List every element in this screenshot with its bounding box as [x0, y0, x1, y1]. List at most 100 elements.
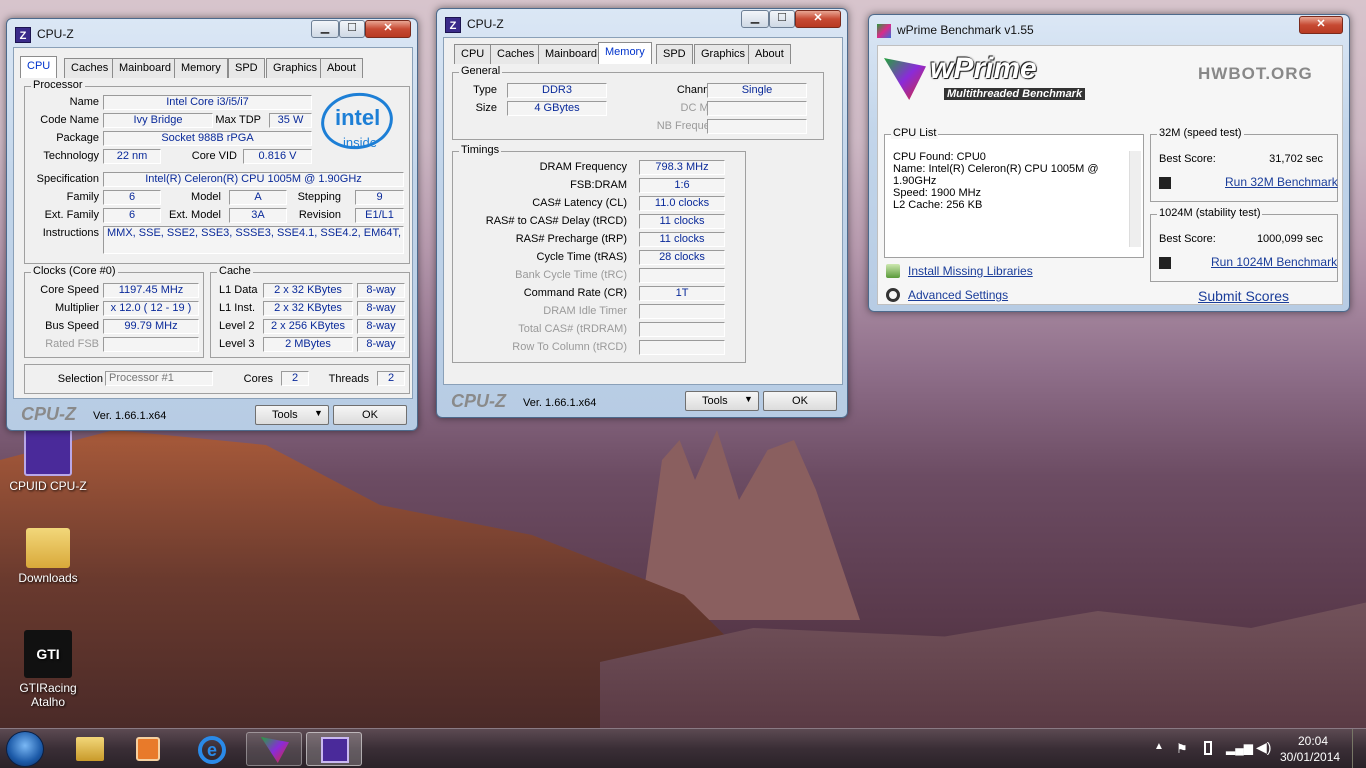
cores-value: 2: [281, 371, 309, 386]
channel-value: Single: [707, 83, 807, 98]
timing-label: RAS# Precharge (tRP): [515, 233, 627, 245]
close-button[interactable]: ✕: [795, 10, 841, 28]
tab-memory[interactable]: Memory: [598, 42, 652, 64]
timing-label: Bank Cycle Time (tRC): [515, 269, 627, 281]
wprime-content: wPrime Multithreaded Benchmark HWBOT.ORG…: [877, 45, 1343, 305]
stepping-value: 9: [355, 190, 404, 205]
wprime-window: wPrime Benchmark v1.55 ✕ wPrime Multithr…: [868, 14, 1350, 312]
core-speed-label: Core Speed: [40, 284, 99, 296]
group-title: Processor: [31, 79, 85, 91]
desktop-icon-cpuz[interactable]: CPUID CPU-Z: [8, 428, 88, 493]
cpuz-taskbar-icon[interactable]: [306, 732, 362, 766]
best-score-value: 1000,099 sec: [1256, 233, 1323, 245]
maximize-button[interactable]: ☐: [339, 20, 365, 38]
desktop-icon-gtiracing[interactable]: GTI GTIRacing Atalho: [8, 630, 88, 709]
window-titlebar[interactable]: Z CPU-Z ▁ ☐ ✕: [437, 9, 847, 37]
run-32m-benchmark-link[interactable]: Run 32M Benchmark: [1225, 175, 1338, 189]
tab-mainboard[interactable]: Mainboard: [112, 58, 178, 78]
chevron-down-icon[interactable]: ▼: [744, 394, 753, 404]
cache-l1inst-way: 8-way: [357, 301, 405, 316]
window-titlebar[interactable]: Z CPU-Z ▁ ☐ ✕: [7, 19, 417, 47]
package-label: Package: [56, 132, 99, 144]
tab-spd[interactable]: SPD: [656, 44, 693, 64]
folder-icon: [76, 737, 104, 761]
tab-memory[interactable]: Memory: [174, 58, 228, 78]
general-group: General Type DDR3 Size 4 GBytes Channel …: [452, 65, 824, 140]
wprime-taskbar-icon[interactable]: [246, 732, 302, 766]
tab-cpu[interactable]: CPU: [20, 56, 58, 78]
tab-caches[interactable]: Caches: [490, 44, 542, 64]
timing-label: FSB:DRAM: [570, 179, 627, 191]
timings-group: Timings DRAM Frequency 798.3 MHz FSB:DRA…: [452, 144, 746, 363]
battery-icon[interactable]: [1204, 741, 1212, 755]
tab-mainboard[interactable]: Mainboard: [538, 44, 604, 64]
ok-button[interactable]: OK: [763, 391, 837, 411]
install-missing-libraries-link[interactable]: Install Missing Libraries: [908, 264, 1033, 278]
start-button[interactable]: [6, 731, 44, 767]
stability-test-group: 1024M (stability test) Best Score: 1000,…: [1150, 207, 1338, 282]
name-value: Intel Core i3/i5/i7: [103, 95, 312, 110]
close-button[interactable]: ✕: [365, 20, 411, 38]
cpuz-icon: [321, 737, 349, 763]
tab-cpu[interactable]: CPU: [454, 44, 492, 64]
tab-caches[interactable]: Caches: [64, 58, 116, 78]
cpu-list-text: CPU Found: CPU0 Name: Intel(R) Celeron(R…: [893, 151, 1123, 211]
nb-frequency-value: [707, 119, 807, 134]
gti-icon: GTI: [24, 630, 72, 678]
clock-time[interactable]: 20:04: [1298, 734, 1328, 748]
processor-select[interactable]: Processor #1: [105, 371, 213, 386]
timing-value: [639, 340, 725, 355]
best-score-label: Best Score:: [1159, 233, 1216, 245]
minimize-button[interactable]: ▁: [741, 10, 769, 28]
tab-about[interactable]: About: [748, 44, 791, 64]
submit-scores-link[interactable]: Submit Scores: [1198, 288, 1289, 304]
group-title: 32M (speed test): [1157, 127, 1244, 139]
cores-label: Cores: [243, 373, 273, 385]
chevron-down-icon[interactable]: ▼: [314, 408, 323, 418]
ie-taskbar-icon[interactable]: e: [184, 732, 240, 766]
flag-icon[interactable]: ⚑: [1176, 741, 1188, 757]
advanced-settings-link[interactable]: Advanced Settings: [908, 288, 1008, 302]
tab-graphics[interactable]: Graphics: [266, 58, 325, 78]
intel-inside-text: inside: [343, 135, 377, 150]
timing-label: Cycle Time (tRAS): [536, 251, 627, 263]
media-player-taskbar-icon[interactable]: [120, 732, 176, 766]
technology-label: Technology: [43, 150, 99, 162]
close-button[interactable]: ✕: [1299, 16, 1343, 34]
ok-button[interactable]: OK: [333, 405, 407, 425]
tab-graphics[interactable]: Graphics: [694, 44, 753, 64]
cache-l1data-size: 2 x 32 KBytes: [263, 283, 353, 298]
instructions-label: Instructions: [42, 227, 99, 239]
tab-about[interactable]: About: [320, 58, 363, 78]
timing-value: 798.3 MHz: [639, 160, 725, 175]
package-value: Socket 988B rPGA: [103, 131, 312, 146]
instructions-value: MMX, SSE, SSE2, SSE3, SSSE3, SSE4.1, SSE…: [103, 226, 404, 254]
explorer-taskbar-icon[interactable]: [62, 732, 118, 766]
window-titlebar[interactable]: wPrime Benchmark v1.55 ✕: [869, 15, 1349, 43]
group-title: Clocks (Core #0): [31, 265, 118, 277]
best-score-label: Best Score:: [1159, 153, 1216, 165]
save-icon: [1159, 257, 1171, 269]
cpu-list-line: Speed: 1900 MHz: [893, 187, 982, 199]
cpu-list-scrollbar[interactable]: [1129, 151, 1141, 247]
show-desktop-button[interactable]: [1352, 729, 1366, 768]
timing-value: 11 clocks: [639, 214, 725, 229]
desktop-icon-label-line2: Atalho: [30, 695, 66, 709]
size-label: Size: [475, 102, 497, 114]
maximize-button[interactable]: ☐: [769, 10, 795, 28]
ext-family-value: 6: [103, 208, 161, 223]
minimize-button[interactable]: ▁: [311, 20, 339, 38]
show-hidden-icons-icon[interactable]: ▲: [1154, 741, 1164, 752]
volume-icon[interactable]: ◀): [1256, 739, 1271, 756]
tab-spd[interactable]: SPD: [228, 58, 265, 78]
internet-explorer-icon: e: [198, 736, 226, 764]
signal-icon[interactable]: ▂▄▆: [1226, 741, 1253, 755]
clock-date[interactable]: 30/01/2014: [1280, 750, 1340, 764]
wrench-icon: [886, 288, 900, 302]
run-1024m-benchmark-link[interactable]: Run 1024M Benchmark: [1211, 255, 1337, 269]
cpuz-brand-logo: CPU-Z: [21, 404, 76, 424]
cpuz-content: CPU Caches Mainboard Memory SPD Graphics…: [443, 37, 843, 385]
desktop-icon-downloads[interactable]: Downloads: [8, 528, 88, 585]
code-name-label: Code Name: [40, 114, 99, 126]
timing-value: [639, 304, 725, 319]
